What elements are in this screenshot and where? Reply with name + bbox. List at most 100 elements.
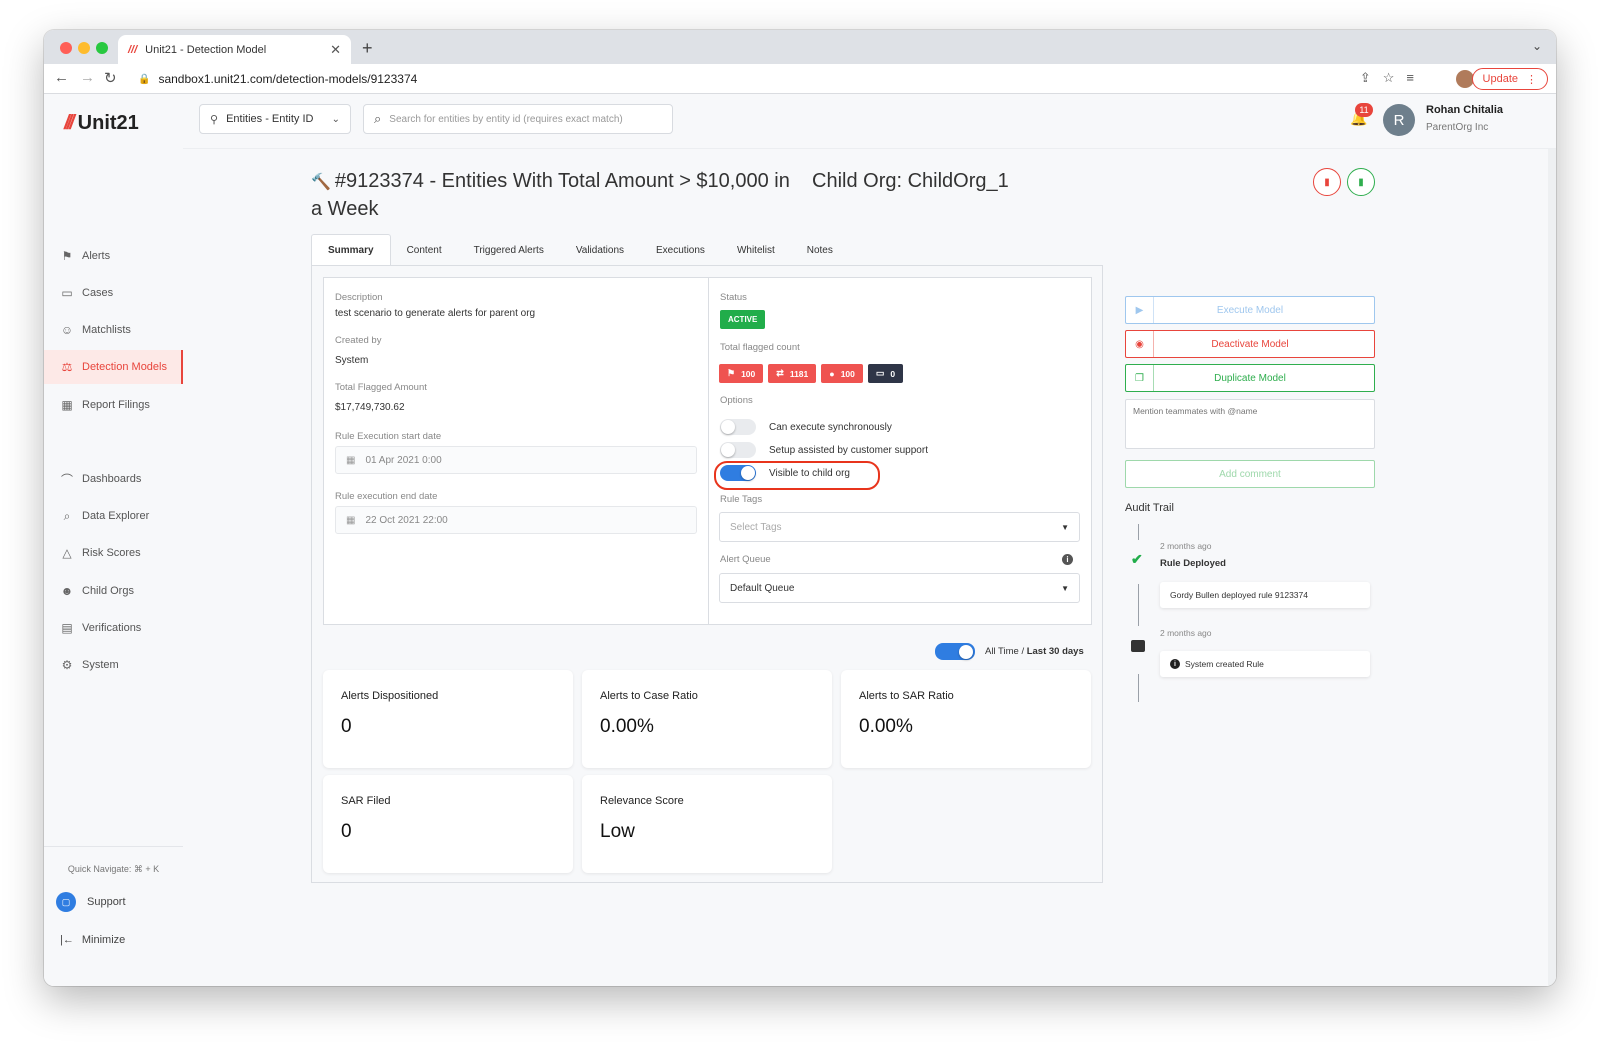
sidebar-item-risk-scores[interactable]: △ Risk Scores — [44, 536, 183, 570]
sidebar-item-cases[interactable]: ▭ Cases — [44, 276, 183, 310]
user-icon: ⚲ — [210, 113, 219, 126]
browser-tab[interactable]: /// Unit21 - Detection Model ✕ — [118, 35, 351, 64]
start-date-field[interactable]: ▦ 01 Apr 2021 0:00 — [335, 446, 697, 474]
page-title: 🔨 #9123374 - Entities With Total Amount >… — [311, 170, 790, 220]
highlight-annotation-ring — [714, 461, 880, 490]
quick-navigate-hint: Quick Navigate: ⌘ + K — [67, 864, 160, 874]
created-by-value: System — [335, 355, 369, 366]
timeline-line — [1138, 524, 1139, 540]
audit-event-time: 2 months ago — [1160, 628, 1212, 638]
description-label: Description — [335, 292, 383, 303]
user-name: Rohan Chitalia — [1426, 104, 1504, 116]
close-window-button[interactable] — [60, 42, 72, 54]
sidebar-item-dashboards[interactable]: ⌒ Dashboards — [44, 462, 183, 496]
search-icon: ⌕ — [374, 111, 382, 126]
transactions-count-badge[interactable]: ⇄ 1181 — [768, 364, 817, 383]
briefcase-icon: ▭ — [61, 286, 73, 300]
audit-event-detail: Gordy Bullen deployed rule 9123374 — [1160, 582, 1370, 608]
update-browser-button[interactable]: Update ⋮ — [1471, 68, 1548, 90]
calendar-icon: ▦ — [346, 454, 356, 466]
duplicate-model-button[interactable]: ❐ Duplicate Model — [1125, 364, 1375, 392]
rule-tags-select[interactable]: Select Tags ▼ — [719, 512, 1080, 542]
entities-count-badge[interactable]: ● 100 — [821, 364, 863, 383]
time-range-toggle[interactable] — [935, 643, 975, 660]
sidebar-item-verifications[interactable]: ▤ Verifications — [44, 611, 183, 645]
sidebar-item-report-filings[interactable]: ▦ Report Filings — [44, 388, 183, 422]
status-badge: ACTIVE — [720, 310, 766, 329]
execute-model-button[interactable]: ▶ Execute Model — [1125, 296, 1375, 324]
user-avatar[interactable]: R — [1383, 104, 1415, 136]
forward-arrow-icon[interactable]: → — [80, 69, 95, 86]
entity-search-box[interactable]: ⌕ — [363, 104, 673, 134]
alerts-count-badge[interactable]: ⚑ 100 — [719, 364, 764, 383]
sidebar-item-alerts[interactable]: ⚑ Alerts — [44, 239, 183, 273]
sidebar-item-child-orgs[interactable]: ☻ Child Orgs — [44, 574, 183, 608]
user-icon: ● — [829, 368, 835, 379]
tab-search-chevron-icon[interactable]: ⌄ — [1532, 39, 1542, 53]
reload-icon[interactable]: ↻ — [104, 69, 117, 87]
minimize-window-button[interactable] — [78, 42, 90, 54]
add-comment-button[interactable]: Add comment — [1125, 460, 1375, 488]
export-csv-button[interactable]: ▮ — [1347, 168, 1375, 196]
url-text: sandbox1.unit21.com/detection-models/912… — [158, 72, 418, 86]
main-content: ⚲ Entities - Entity ID ⌄ ⌕ 🔔 11 R Rohan … — [183, 94, 1556, 986]
close-tab-icon[interactable]: ✕ — [330, 42, 341, 58]
csv-file-icon: ▮ — [1358, 176, 1364, 188]
scrollbar[interactable] — [1548, 149, 1556, 986]
caret-down-icon: ▼ — [1061, 522, 1069, 532]
total-flagged-amount-value: $17,749,730.62 — [335, 402, 405, 413]
top-header: ⚲ Entities - Entity ID ⌄ ⌕ 🔔 11 R Rohan … — [183, 94, 1556, 149]
entity-type-select[interactable]: ⚲ Entities - Entity ID ⌄ — [199, 104, 351, 134]
summary-details: Description test scenario to generate al… — [323, 277, 1092, 625]
deactivate-model-button[interactable]: ◉ Deactivate Model — [1125, 330, 1375, 358]
sidebar-item-data-explorer[interactable]: ⌕ Data Explorer — [44, 499, 183, 533]
tab-notes[interactable]: Notes — [791, 234, 849, 266]
browser-toolbar: ← → ↻ 🔒 sandbox1.unit21.com/detection-mo… — [44, 64, 1556, 94]
time-range-toggle-row: All Time / Last 30 days — [935, 643, 1084, 660]
entity-search-input[interactable] — [389, 113, 660, 125]
status-label: Status — [720, 292, 747, 303]
lock-icon: 🔒 — [138, 73, 151, 85]
new-tab-icon[interactable]: + — [362, 38, 373, 59]
stat-card-alerts-dispositioned: Alerts Dispositioned 0 — [323, 670, 573, 768]
stat-card-relevance-score: Relevance Score Low — [582, 775, 832, 873]
setup-assisted-toggle[interactable] — [720, 442, 756, 458]
share-bookmark-icons[interactable]: ⇪☆≡ — [1360, 70, 1426, 86]
option-setup-assisted: Setup assisted by customer support — [720, 442, 928, 458]
tab-triggered-alerts[interactable]: Triggered Alerts — [458, 234, 560, 266]
end-date-field[interactable]: ▦ 22 Oct 2021 22:00 — [335, 506, 697, 534]
play-icon: ▶ — [1126, 297, 1154, 323]
sidebar-item-system[interactable]: ⚙ System — [44, 648, 183, 682]
table-search-icon: ⌕ — [63, 508, 71, 523]
chevron-down-icon: ⌄ — [331, 113, 340, 125]
unit21-logo[interactable]: /// Unit21 — [64, 108, 139, 138]
child-org-label: Child Org: ChildOrg_1 — [812, 170, 1009, 192]
instruments-count-badge[interactable]: ▭ 0 — [867, 364, 904, 383]
minimize-sidebar-button[interactable]: |← Minimize — [60, 934, 125, 946]
support-button[interactable]: ▢ Support — [56, 892, 126, 912]
chart-icon: ⌒ — [60, 472, 73, 487]
tab-summary[interactable]: Summary — [311, 234, 391, 266]
flagged-count-badges: ⚑ 100 ⇄ 1181 ● 100 ▭ 0 — [719, 364, 908, 383]
sidebar-item-detection-models[interactable]: ⚖ Detection Models — [44, 350, 183, 384]
sidebar: /// Unit21 ⚑ Alerts ▭ Cases ☺ Matchlists ⚖ D… — [44, 94, 183, 986]
maximize-window-button[interactable] — [96, 42, 108, 54]
tab-whitelist[interactable]: Whitelist — [721, 234, 791, 266]
tab-content[interactable]: Content — [391, 234, 458, 266]
tab-validations[interactable]: Validations — [560, 234, 640, 266]
tab-executions[interactable]: Executions — [640, 234, 721, 266]
address-bar[interactable]: 🔒 sandbox1.unit21.com/detection-models/9… — [128, 67, 1438, 91]
export-pdf-button[interactable]: ▮ — [1313, 168, 1341, 196]
warning-icon: △ — [62, 546, 72, 560]
alert-queue-select[interactable]: Default Queue ▼ — [719, 573, 1080, 603]
comment-input[interactable] — [1125, 399, 1375, 449]
flag-icon: ⚑ — [727, 368, 736, 378]
info-icon[interactable]: i — [1062, 554, 1073, 565]
gear-icon: ⚙ — [61, 658, 73, 672]
copy-icon: ❐ — [1126, 365, 1154, 391]
users-icon: ☻ — [60, 584, 74, 598]
notification-badge: 11 — [1355, 103, 1373, 117]
back-arrow-icon[interactable]: ← — [54, 69, 69, 86]
sidebar-item-matchlists[interactable]: ☺ Matchlists — [44, 313, 183, 347]
execute-synchronously-toggle[interactable] — [720, 419, 756, 435]
